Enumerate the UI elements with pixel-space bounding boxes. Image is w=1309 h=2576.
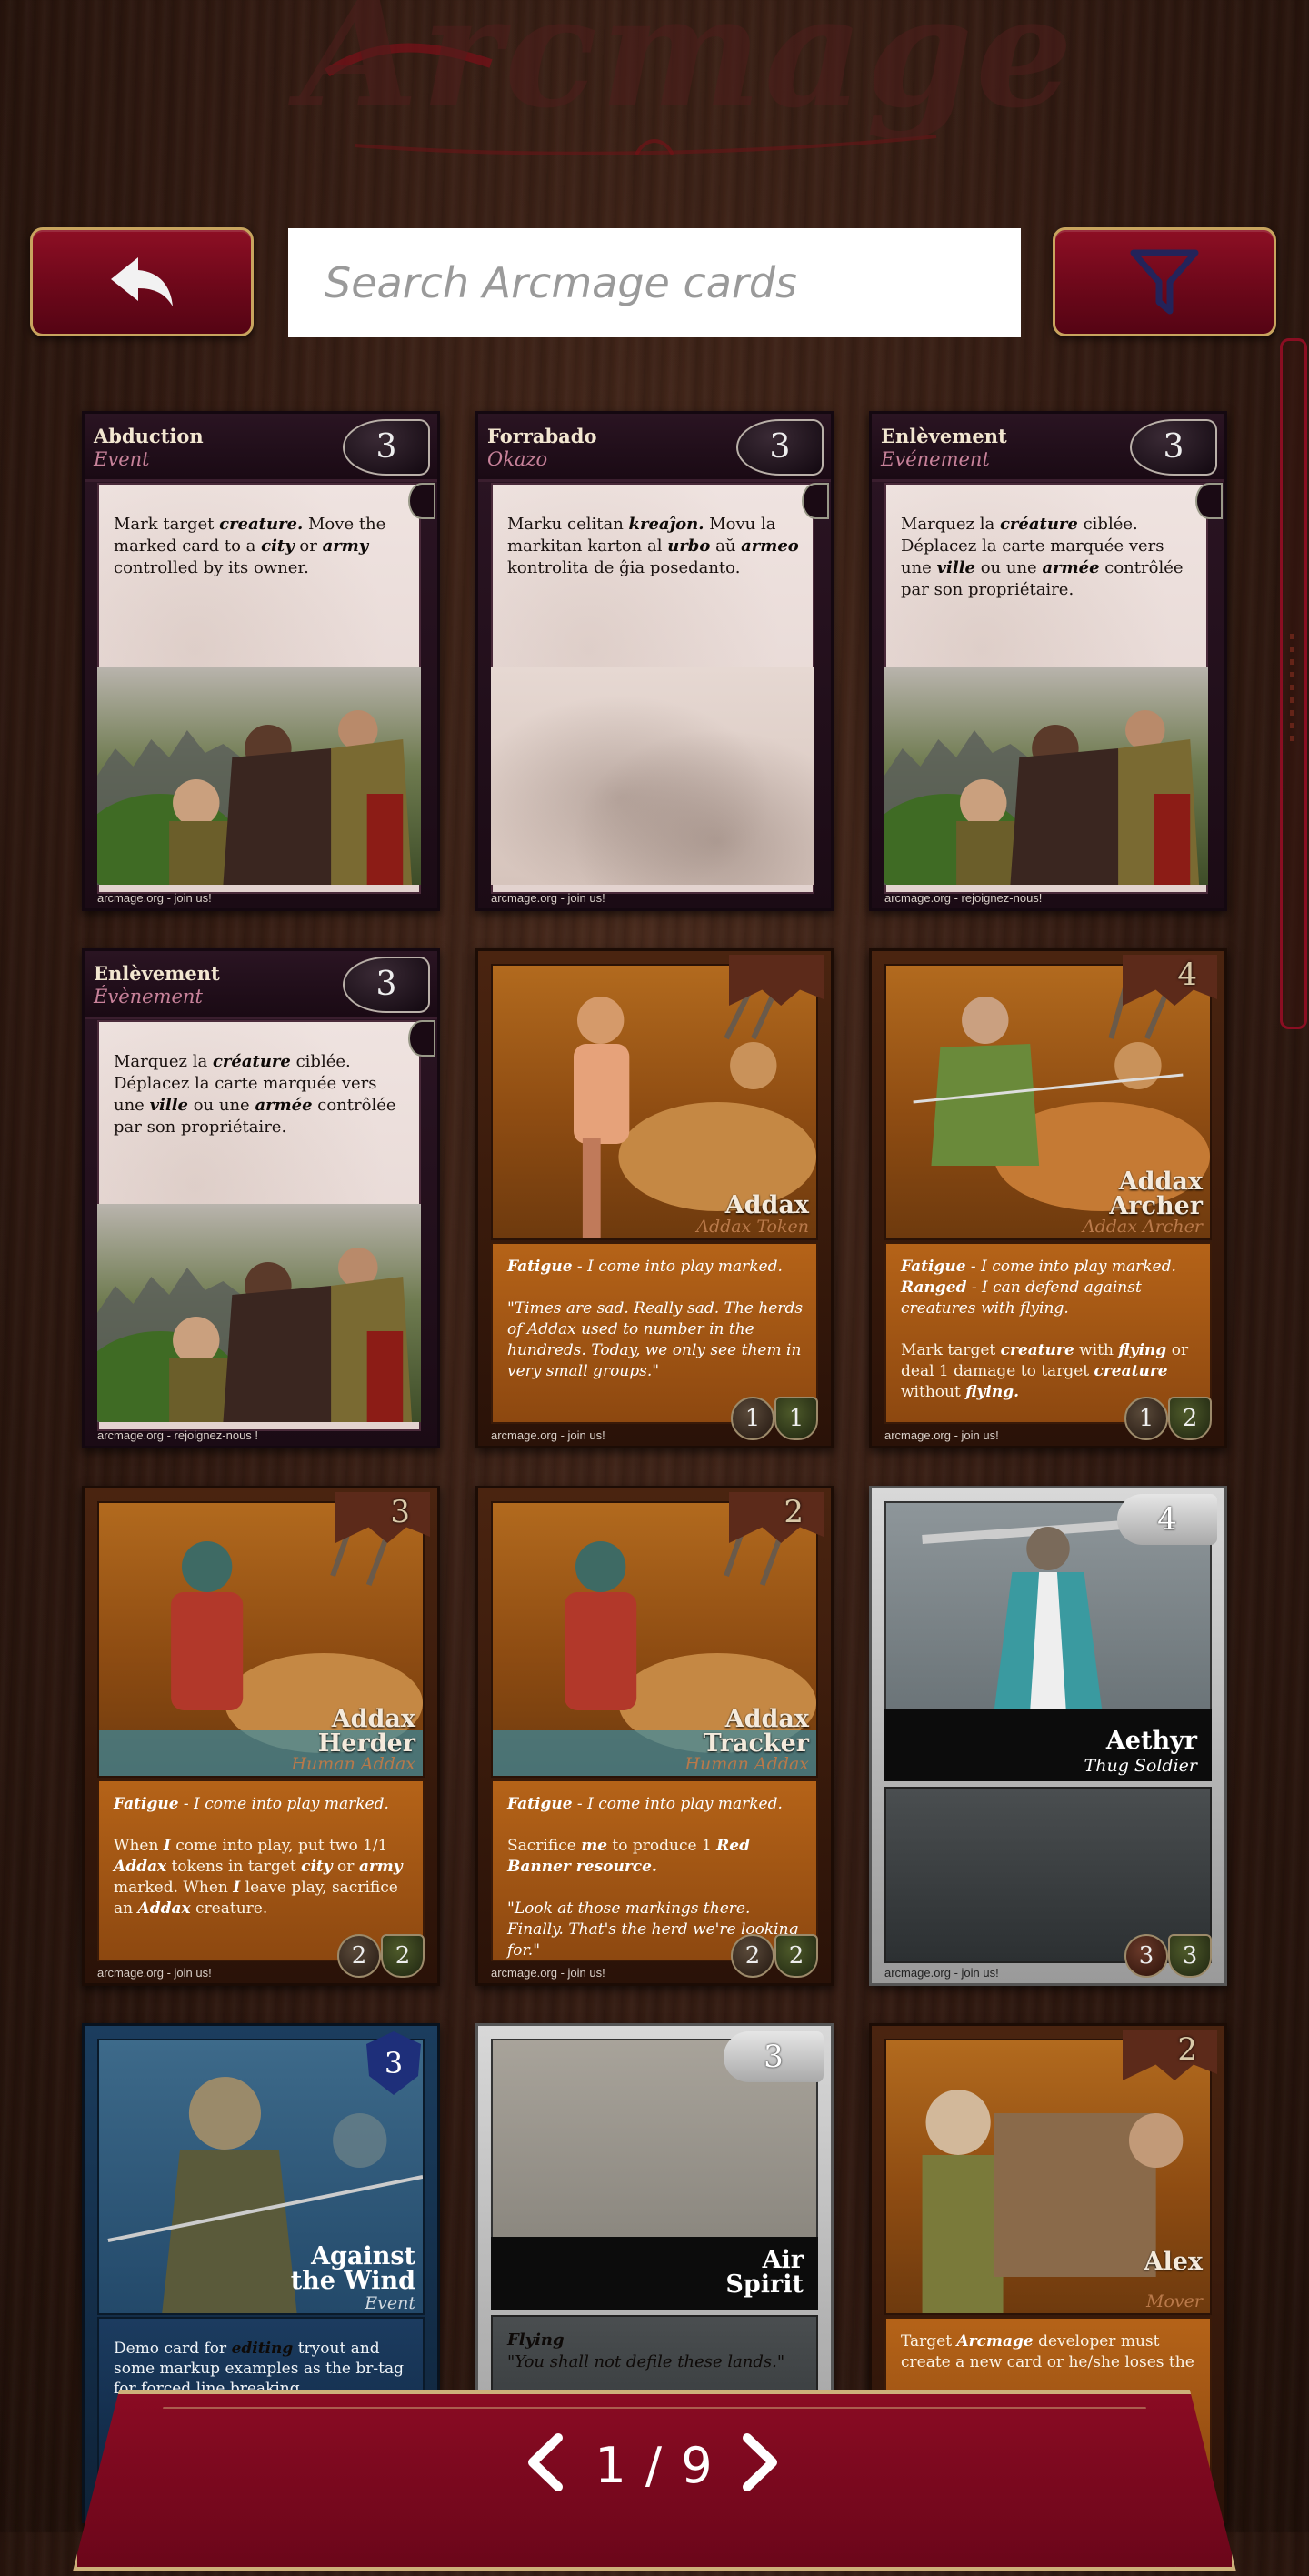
card-type: Mover (1146, 2291, 1203, 2311)
card-name: Forrabado (487, 425, 597, 447)
card-name: Addax (724, 1191, 809, 1219)
card-rules: Flying "You shall not defile these lands.… (507, 2330, 785, 2371)
card-cost: 3 (736, 419, 824, 476)
filter-funnel-icon (1130, 249, 1199, 315)
next-page-button[interactable] (733, 2426, 787, 2499)
attack-stat: 2 (337, 1934, 381, 1978)
defense-stat: 3 (1168, 1934, 1212, 1978)
card-addax-herder[interactable]: Addax Herder Human Addax 3 Fatigue - I c… (82, 1486, 440, 1986)
card-footer: arcmage.org - join us! (884, 1428, 999, 1442)
card-rules: Marquez la créature ciblée. Déplacez la … (901, 515, 1184, 599)
search-input[interactable] (288, 228, 1021, 337)
card-rules: Fatigue - I come into play marked. "Times… (507, 1258, 804, 1380)
card-notch (408, 483, 435, 519)
defense-stat: 1 (774, 1397, 818, 1440)
card-stats: 2 2 (337, 1934, 425, 1978)
card-name-bar: Air Spirit (491, 2237, 818, 2310)
card-name: Addax Herder (317, 1705, 415, 1758)
filter-button[interactable] (1053, 227, 1276, 336)
card-rules: Mark target creature. Move the marked ca… (114, 515, 386, 577)
card-name: Enlèvement (94, 962, 220, 985)
card-type: Addax Token (696, 1217, 809, 1237)
card-type: Event (94, 448, 150, 470)
card-type: Event (365, 2293, 415, 2313)
attack-stat: 2 (731, 1934, 774, 1978)
card-notch (802, 483, 829, 519)
card-notch (408, 1020, 435, 1057)
card-addax-archer[interactable]: Addax Archer Addax Archer 4 Fatigue - I … (869, 948, 1227, 1448)
logo-text: Arcmage (300, 0, 1076, 142)
card-name: Aethyr (1105, 1727, 1197, 1755)
attack-stat: 1 (1124, 1397, 1168, 1440)
back-button[interactable] (30, 227, 254, 336)
card-cost: 3 (724, 2031, 824, 2082)
card-type: Human Addax (291, 1754, 415, 1774)
card-footer: arcmage.org - join us! (884, 1966, 999, 1980)
card-art (872, 667, 1208, 903)
card-rules: Marquez la créature ciblée. Déplacez la c… (114, 1052, 396, 1137)
defense-stat: 2 (381, 1934, 425, 1978)
card-notch (1195, 483, 1223, 519)
card-cost: 2 (1177, 2031, 1197, 2068)
card-addax-tracker[interactable]: Addax Tracker Human Addax 2 Fatigue - I … (475, 1486, 834, 1986)
card-cost: 4 (1117, 1494, 1217, 1545)
card-enlevement[interactable]: Enlèvement Evénement 3 Marquez la créatu… (869, 411, 1227, 911)
card-type: Okazo (487, 448, 548, 470)
card-cost: 3 (343, 419, 430, 476)
defense-stat: 2 (1168, 1397, 1212, 1440)
card-stats: 3 3 (1124, 1934, 1212, 1978)
arcmage-logo: Arcmage (300, 0, 1076, 209)
card-footer: arcmage.org - join us! (491, 891, 605, 905)
card-name: Addax Tracker (703, 1705, 809, 1758)
card-art (85, 667, 421, 903)
card-rules: Target Arcmage developer must create a n… (901, 2332, 1194, 2371)
card-aethyr[interactable]: 4 Aethyr Thug Soldier 3 3 arcmage.org - … (869, 1486, 1227, 1986)
card-footer: arcmage.org - rejoignez-nous ! (97, 1428, 259, 1442)
attack-stat: 1 (731, 1397, 774, 1440)
card-addax[interactable]: Addax Addax Token Fatigue - I come into … (475, 948, 834, 1448)
card-name: Addax Archer (1109, 1168, 1203, 1220)
card-enlevement-2[interactable]: Enlèvement Évènement 3 Marquez la créatu… (82, 948, 440, 1448)
card-rules: Fatigue - I come into play marked. Ranged… (901, 1258, 1189, 1401)
card-type: Évènement (94, 986, 203, 1007)
card-name: Air Spirit (725, 2246, 804, 2299)
card-art (491, 667, 814, 885)
card-stats: 1 2 (1124, 1397, 1212, 1440)
card-name: Alex (1144, 2248, 1203, 2276)
back-arrow-icon (111, 257, 173, 306)
card-footer: arcmage.org - join us! (491, 1428, 605, 1442)
scrollbar[interactable] (1280, 338, 1307, 1029)
card-cost: 3 (390, 1494, 410, 1530)
card-footer: arcmage.org - join us! (491, 1966, 605, 1980)
card-art (85, 1204, 421, 1440)
card-cost: 3 (1130, 419, 1217, 476)
card-name: Abduction (94, 425, 204, 447)
card-abduction[interactable]: Abduction Event 3 Mark target creature. … (82, 411, 440, 911)
card-footer: arcmage.org - join us! (97, 891, 212, 905)
card-name: Against the Wind (290, 2242, 415, 2295)
prev-page-button[interactable] (518, 2426, 573, 2499)
attack-stat: 3 (1124, 1934, 1168, 1978)
card-cost: 3 (343, 957, 430, 1013)
card-cost: 2 (784, 1494, 804, 1530)
card-cost: 4 (1177, 957, 1197, 993)
defense-stat: 2 (774, 1934, 818, 1978)
card-type: Evénement (881, 448, 990, 470)
page-indicator: 1 / 9 (595, 2437, 714, 2494)
chevron-left-icon (528, 2433, 563, 2491)
chevron-right-icon (743, 2433, 777, 2491)
card-type: Addax Archer (1082, 1217, 1203, 1237)
card-stats: 2 2 (731, 1934, 818, 1978)
card-rules: Marku celitan kreaĵon. Movu la markitan … (507, 515, 799, 577)
card-footer: arcmage.org - join us! (97, 1966, 212, 1980)
card-name: Enlèvement (881, 425, 1007, 447)
card-type: Human Addax (684, 1754, 809, 1774)
card-forrabado[interactable]: Forrabado Okazo 3 Marku celitan kreaĵon.… (475, 411, 834, 911)
card-rules: Fatigue - I come into play marked. When I… (114, 1795, 403, 1918)
card-stats: 1 1 (731, 1397, 818, 1440)
card-type: Thug Soldier (1084, 1756, 1197, 1776)
card-footer: arcmage.org - rejoignez-nous! (884, 891, 1043, 905)
card-name-bar: Aethyr Thug Soldier (884, 1709, 1212, 1781)
